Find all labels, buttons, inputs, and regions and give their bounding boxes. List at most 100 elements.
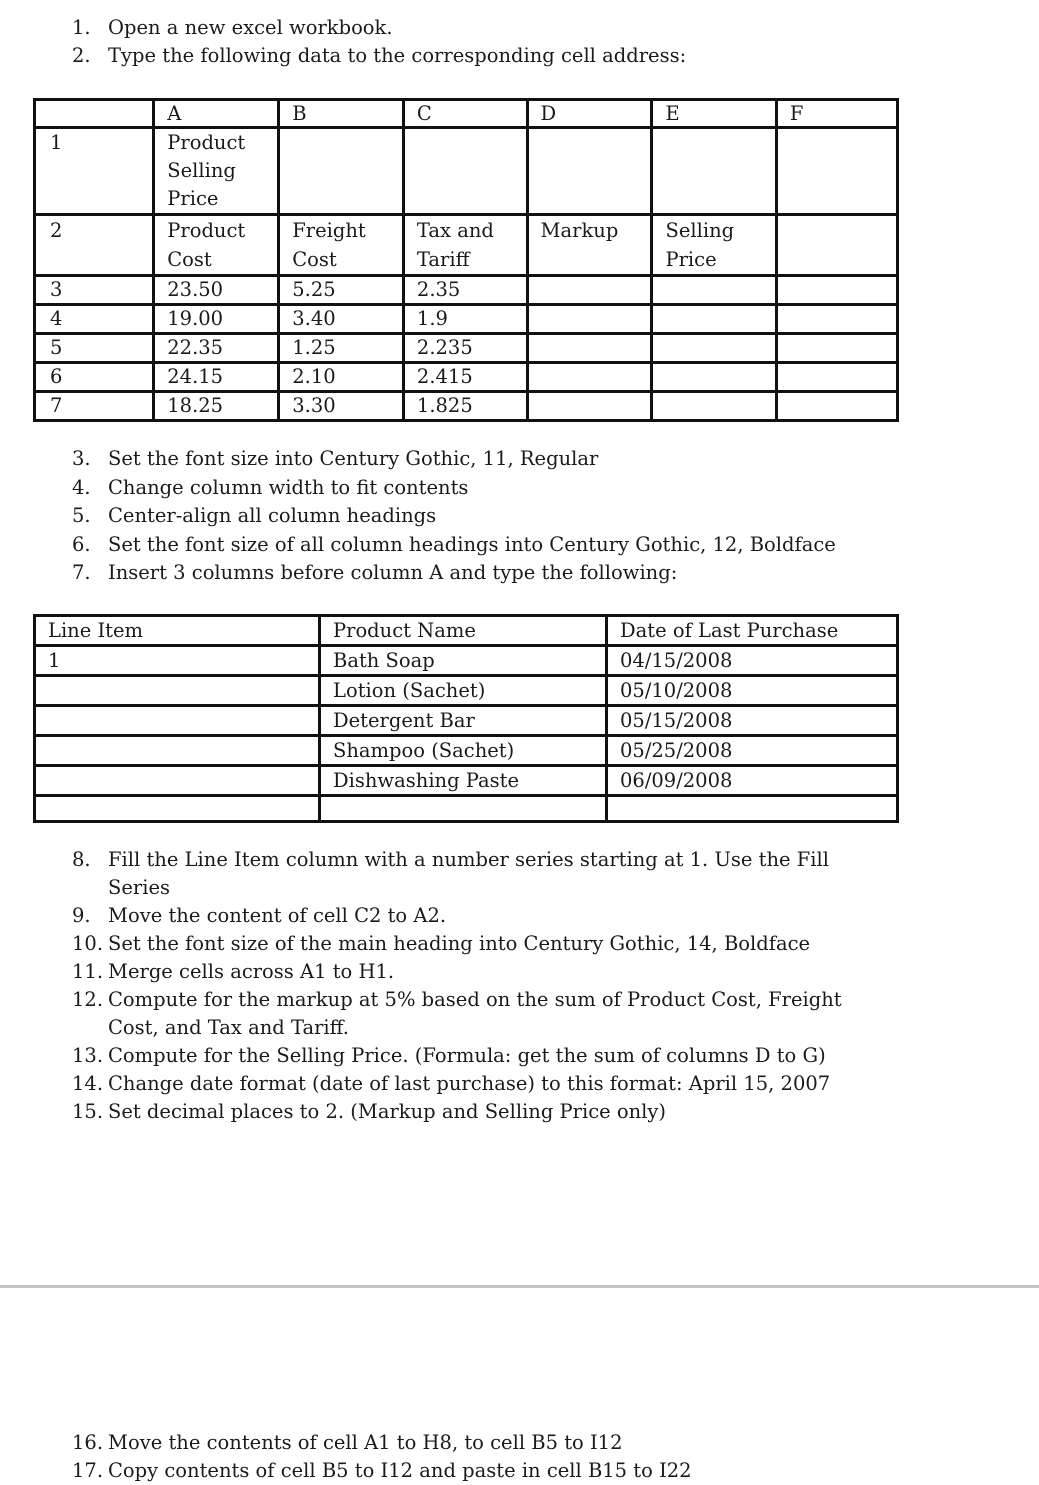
table-cell [33,764,321,797]
table-cell [774,332,900,364]
table-cell [525,332,654,364]
instruction-number: 13. [72,1044,104,1067]
table-cell [774,274,900,306]
instruction-item: 3. Set the font size into Century Gothic,… [72,445,836,474]
row-number-cell: 7 [32,390,156,422]
instruction-text: Move the contents of cell A1 to H8, to c… [108,1431,623,1454]
table-cell: 19.00 [152,303,281,335]
instruction-item: 8. Fill the Line Item column with a numbe… [72,846,872,902]
table-cell [401,126,529,216]
instruction-text: Change column width to fit contents [108,475,469,499]
instruction-number: 11. [72,960,104,983]
table-cell: Tax and Tariff [401,213,529,277]
table-cell [525,126,654,216]
row-number-cell: 2 [32,213,156,277]
instruction-number: 15. [72,1100,104,1123]
table-cell: 05/25/2008 [605,734,899,767]
column-header-row: ABCDEF [32,98,900,129]
instruction-text: Set decimal places to 2. (Markup and Sel… [108,1100,667,1123]
column-header-cell [32,98,156,129]
table-cell [525,303,654,335]
instruction-text: Set the font size of the main heading in… [108,932,811,955]
instruction-number: 8. [72,848,91,871]
instruction-text: Compute for the markup at 5% based on th… [108,988,842,1039]
table-row: 3 23.50 5.25 2.35 [32,274,900,306]
table-cell: 1.9 [401,303,529,335]
instruction-number: 14. [72,1072,104,1095]
instruction-number: 16. [72,1431,104,1454]
table-cell [33,734,321,767]
table-row: 5 22.35 1.25 2.235 [32,332,900,364]
table-cell: 24.15 [152,361,281,393]
instruction-item: 16. Move the contents of cell A1 to H8, t… [72,1429,692,1457]
column-header-cell: A [152,98,281,129]
table-cell [525,274,654,306]
table-row: Shampoo (Sachet) 05/25/2008 [33,734,899,767]
column-header-cell: E [650,98,778,129]
column-header-cell: D [525,98,654,129]
instructions-list-1: 1. Open a new excel workbook. 2. Type the f… [72,14,686,70]
table-row: 6 24.15 2.10 2.415 [32,361,900,393]
instruction-number: 7. [72,561,91,584]
table-cell: 18.25 [152,390,281,422]
instruction-item: 17. Copy contents of cell B5 to I12 and p… [72,1457,692,1485]
table-cell: 2.235 [401,332,529,364]
product-list-table: Line Item Product Name Date of Last Purcha… [33,614,899,823]
table-cell: Lotion (Sachet) [318,674,608,707]
table-cell: Product Selling Price [152,126,281,216]
table-row: Dishwashing Paste 06/09/2008 [33,764,899,797]
table-row: 4 19.00 3.40 1.9 [32,303,900,335]
table-cell: 05/10/2008 [605,674,899,707]
table-cell [650,274,778,306]
table-cell [33,674,321,707]
instruction-text: Center-align all column headings [108,504,437,527]
instruction-item: 1. Open a new excel workbook. [72,14,686,42]
instruction-item: 6. Set the font size of all column headin… [72,531,836,560]
table-cell: Shampoo (Sachet) [318,734,608,767]
table-cell: 2.35 [401,274,529,306]
instructions-list-3: 8. Fill the Line Item column with a numbe… [72,846,872,1126]
instruction-text: Open a new excel workbook. [108,16,393,39]
instruction-text: Change date format (date of last purchas… [108,1072,831,1095]
table-cell: Markup [525,213,654,277]
table-cell: 23.50 [152,274,281,306]
column-header-cell: B [277,98,405,129]
instruction-number: 6. [72,532,91,556]
instruction-text: Type the following data to the correspon… [108,44,687,67]
instruction-number: 10. [72,932,104,955]
instruction-number: 9. [72,904,91,927]
header-cell: Product Name [318,614,608,647]
row-number-cell: 6 [32,361,156,393]
table-cell [277,126,405,216]
table-cell: 1.825 [401,390,529,422]
instruction-text: Move the content of cell C2 to A2. [108,904,447,927]
table-cell: 2.10 [277,361,405,393]
table-cell [774,126,900,216]
table-row: 7 18.25 3.30 1.825 [32,390,900,422]
table-row: Detergent Bar 05/15/2008 [33,704,899,737]
row-number-cell: 3 [32,274,156,306]
instruction-item: 13. Compute for the Selling Price. (Formu… [72,1042,872,1070]
table-cell [774,213,900,277]
table-cell: Freight Cost [277,213,405,277]
header-cell: Line Item [33,614,321,647]
instruction-text: Merge cells across A1 to H1. [108,960,395,983]
table-cell [774,390,900,422]
instruction-item: 12. Compute for the markup at 5% based on… [72,986,872,1042]
table-cell [650,332,778,364]
table-cell: Selling Price [650,213,778,277]
instruction-number: 12. [72,988,104,1011]
table-cell: 1 [33,644,321,677]
table-cell: Detergent Bar [318,704,608,737]
table-cell: 1.25 [277,332,405,364]
instruction-number: 1. [72,16,91,39]
table-cell: Bath Soap [318,644,608,677]
header-row: Line Item Product Name Date of Last Purcha… [33,614,899,647]
table-cell: 2.415 [401,361,529,393]
table-cell: 22.35 [152,332,281,364]
table-cell [650,361,778,393]
column-header-cell: C [401,98,529,129]
instruction-item: 11. Merge cells across A1 to H1. [72,958,872,986]
instruction-text: Copy contents of cell B5 to I12 and past… [108,1459,692,1482]
table-row: Lotion (Sachet) 05/10/2008 [33,674,899,707]
